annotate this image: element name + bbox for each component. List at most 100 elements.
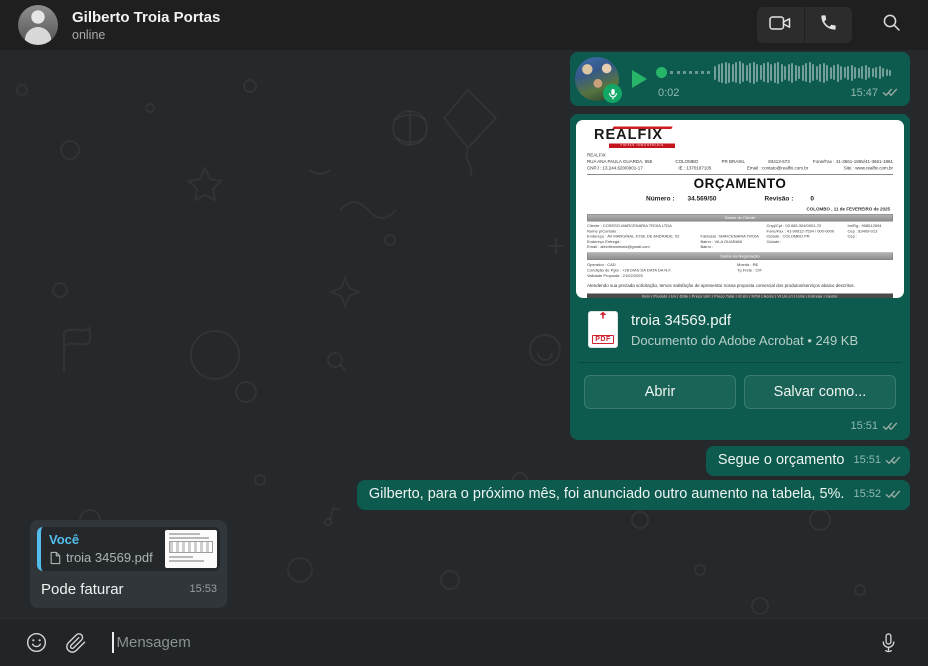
- revisao-value: 0: [810, 195, 814, 203]
- input-placeholder: Mensagem: [117, 634, 191, 651]
- doc-number-row: Número : 34.569/50 Revisão : 0: [646, 195, 893, 203]
- message-text: Gilberto, para o próximo mês, foi anunci…: [369, 485, 845, 504]
- message-meta: 15:47: [850, 87, 898, 99]
- logo-red-stripe: [612, 127, 672, 130]
- video-camera-icon: [769, 14, 792, 37]
- message-time: 15:51: [850, 420, 878, 432]
- doc-ie: IE : 1370187105: [678, 165, 711, 172]
- text-cursor: [112, 632, 114, 653]
- quote-document-thumbnail: [165, 530, 217, 568]
- doc-email: Email : contato@realfix.com.br: [747, 165, 808, 172]
- doc-rule: [587, 174, 893, 175]
- negotiation-col-2: Moeda : R$Tp.Frete : CIF: [737, 262, 893, 279]
- search-button[interactable]: [876, 10, 906, 40]
- chat-area: 0:02 15:47: [0, 50, 928, 618]
- client-col-2: Fantasia : MARCENARIA TROIABairro : VILA…: [701, 234, 761, 250]
- client-grid: Cliente : COSESO-MARCENARIA TROIA LTDANo…: [587, 224, 893, 250]
- quote-filename: troia 34569.pdf: [66, 550, 153, 565]
- document-preview[interactable]: REALFIX TINTAS INDUSTRIAIS REALFIX RUA A…: [576, 120, 904, 298]
- contact-avatar[interactable]: [18, 5, 58, 45]
- doc-title: ORÇAMENTO: [587, 176, 893, 192]
- client-col-4: Im/Rg : 908512694Cep : 83409-013Cep :: [848, 224, 894, 250]
- audio-scrubber[interactable]: [656, 60, 898, 86]
- section-dados-negociacao: Dados da Negociação: [587, 252, 893, 260]
- text-message-bubble[interactable]: Gilberto, para o próximo mês, foi anunci…: [357, 480, 910, 510]
- doc-items-table-header: Item | Produto | Un | Qtde | Preço Unit …: [587, 293, 893, 298]
- open-button[interactable]: Abrir: [584, 375, 736, 409]
- message-text: Pode faturar: [41, 580, 124, 599]
- dotted-progress-line: [670, 71, 710, 74]
- doc-city-date: COLOMBO , 11 de FEVEREIRO de 2025: [587, 207, 893, 212]
- message-list: 0:02 15:47: [0, 50, 928, 618]
- doc-country: PR BRASIL: [722, 159, 746, 166]
- voice-waveform: [714, 60, 898, 86]
- paperclip-icon: [65, 632, 87, 654]
- incoming-text-row: Pode faturar 15:53: [37, 571, 220, 602]
- contact-info[interactable]: Gilberto Troia Portas online: [72, 9, 220, 42]
- microphone-icon: [878, 632, 899, 654]
- message-meta: 15:52: [853, 485, 901, 504]
- negotiation-col-1: Operador : CADCondição de Pgto : +28 DIA…: [587, 262, 737, 279]
- search-icon: [882, 13, 901, 37]
- doc-site: Site : www.realfix.com.br: [844, 165, 893, 172]
- audio-info-row: 0:02 15:47: [656, 87, 898, 99]
- document-page: REALFIX TINTAS INDUSTRIAIS REALFIX RUA A…: [576, 120, 904, 298]
- text-message-bubble[interactable]: Segue o orçamento 15:51: [706, 446, 910, 476]
- numero-value: 34.569/50: [688, 195, 717, 203]
- save-as-button[interactable]: Salvar como...: [744, 375, 896, 409]
- file-name: troia 34569.pdf: [631, 312, 858, 329]
- audio-track: 0:02 15:47: [656, 60, 898, 99]
- quote-file-row: troia 34569.pdf: [49, 550, 159, 565]
- incoming-message-bubble[interactable]: Você troia 34569.pdf: [30, 520, 227, 608]
- voice-message-bubble: 0:02 15:47: [570, 52, 910, 106]
- realfix-logo: REALFIX TINTAS INDUSTRIAIS: [594, 126, 689, 152]
- negotiation-grid: Operador : CADCondição de Pgto : +28 DIA…: [587, 262, 893, 279]
- doc-cnpj: CNPJ : 13.244.620/0001-17: [587, 165, 643, 172]
- quoted-message[interactable]: Você troia 34569.pdf: [37, 527, 220, 571]
- message-time: 15:52: [853, 485, 881, 504]
- chat-header: Gilberto Troia Portas online: [0, 0, 928, 50]
- voice-sender-avatar[interactable]: [575, 57, 619, 101]
- smiley-icon: [25, 631, 48, 654]
- message-time: 15:53: [189, 580, 217, 599]
- contact-name: Gilberto Troia Portas: [72, 9, 220, 26]
- emoji-button[interactable]: [16, 623, 56, 663]
- mic-badge-icon: [603, 84, 622, 103]
- call-buttons-group: [757, 7, 852, 43]
- file-meta: Documento do Adobe Acrobat • 249 KB: [631, 333, 858, 348]
- attach-button[interactable]: [56, 623, 96, 663]
- client-col-1: Cliente : COSESO-MARCENARIA TROIA LTDANo…: [587, 224, 695, 250]
- message-text: Segue o orçamento: [718, 451, 845, 470]
- phone-icon: [819, 13, 838, 37]
- double-check-icon: [882, 421, 898, 432]
- file-info: troia 34569.pdf Documento do Adobe Acrob…: [631, 312, 858, 348]
- message-input[interactable]: Mensagem: [112, 619, 868, 666]
- section-dados-cliente: Dados do Cliente: [587, 214, 893, 222]
- voice-call-button[interactable]: [805, 7, 852, 43]
- message-time: 15:51: [853, 451, 881, 470]
- double-check-icon: [882, 87, 898, 98]
- file-page-icon: [49, 551, 61, 565]
- file-info-row[interactable]: ꜛ PDF troia 34569.pdf Documento do Adobe…: [576, 298, 904, 362]
- doc-cnpj-row: CNPJ : 13.244.620/0001-17 IE : 137018710…: [587, 165, 893, 172]
- document-message-bubble: REALFIX TINTAS INDUSTRIAIS REALFIX RUA A…: [570, 114, 910, 440]
- voice-record-button[interactable]: [868, 623, 908, 663]
- numero-label: Número :: [646, 195, 675, 203]
- document-buttons: Abrir Salvar como...: [576, 363, 904, 413]
- contact-status: online: [72, 28, 220, 42]
- video-call-button[interactable]: [757, 7, 804, 43]
- play-button[interactable]: [632, 70, 647, 88]
- whatsapp-chat-window: Gilberto Troia Portas online: [0, 0, 928, 666]
- pdf-icon: ꜛ PDF: [588, 311, 618, 348]
- client-col-3: Cnpj/Cpf : 03.065.304/0001-70Fone/Fax : …: [767, 224, 842, 250]
- message-time: 15:47: [850, 87, 878, 99]
- double-check-icon: [885, 489, 901, 500]
- playhead-dot[interactable]: [656, 67, 667, 78]
- message-meta: 15:51: [576, 413, 904, 436]
- double-check-icon: [885, 455, 901, 466]
- logo-subtitle-bar: TINTAS INDUSTRIAIS: [609, 144, 675, 149]
- message-composer: Mensagem: [0, 618, 928, 666]
- doc-note: Atendendo sua prezada solicitação, temos…: [587, 283, 893, 288]
- header-actions: [757, 7, 906, 43]
- quote-author: Você: [49, 532, 159, 547]
